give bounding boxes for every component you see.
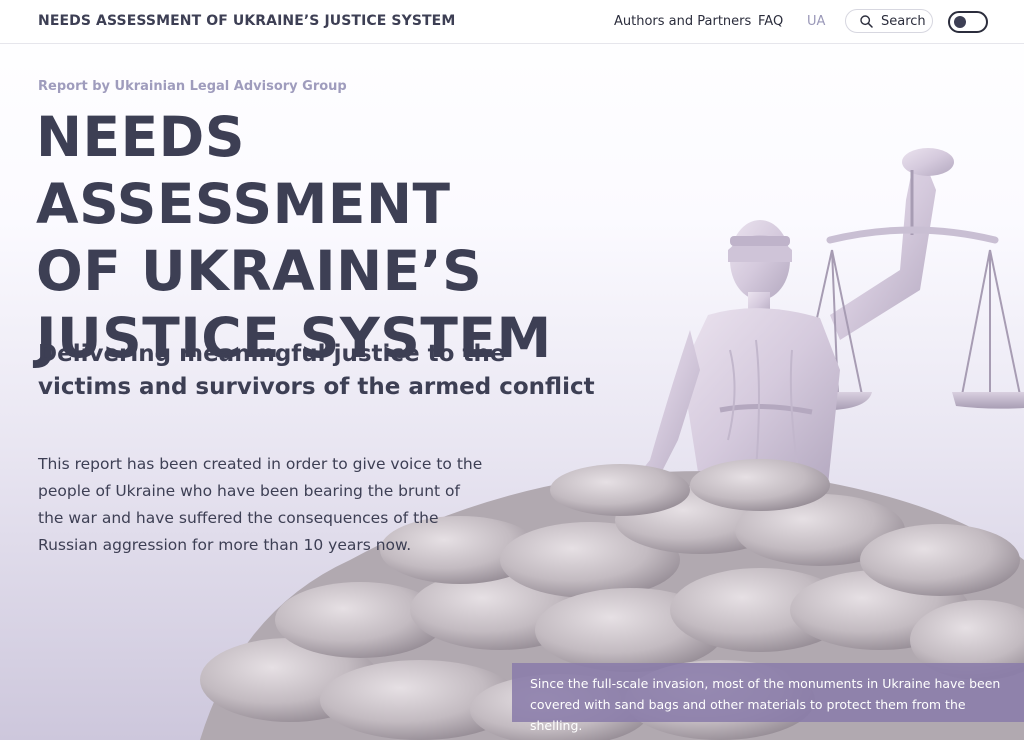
- site-brand-title[interactable]: NEEDS ASSESSMENT OF UKRAINE’S JUSTICE SY…: [38, 13, 455, 29]
- nav-authors-and-partners[interactable]: Authors and Partners: [614, 14, 751, 29]
- image-caption: Since the full-scale invasion, most of t…: [512, 663, 1024, 733]
- theme-toggle-knob: [954, 16, 966, 28]
- search-button[interactable]: Search: [845, 9, 933, 33]
- page-title: NEEDS ASSESSMENT OF UKRAINE’S JUSTICE SY…: [36, 104, 676, 372]
- report-kicker: Report by Ukrainian Legal Advisory Group: [38, 79, 347, 94]
- page-title-line: OF UKRAINE’S: [36, 239, 483, 303]
- intro-paragraph: This report has been created in order to…: [38, 455, 483, 554]
- nav-faq[interactable]: FAQ: [758, 14, 783, 29]
- language-switch-ua[interactable]: UA: [807, 14, 825, 29]
- search-button-label: Search: [881, 14, 926, 29]
- page-title-line: NEEDS ASSESSMENT: [36, 105, 451, 236]
- search-icon: [860, 15, 873, 28]
- top-navigation-bar: NEEDS ASSESSMENT OF UKRAINE’S JUSTICE SY…: [0, 0, 1024, 44]
- page-subtitle: Delivering meaningful justice to the vic…: [38, 341, 595, 400]
- theme-toggle[interactable]: [948, 11, 988, 33]
